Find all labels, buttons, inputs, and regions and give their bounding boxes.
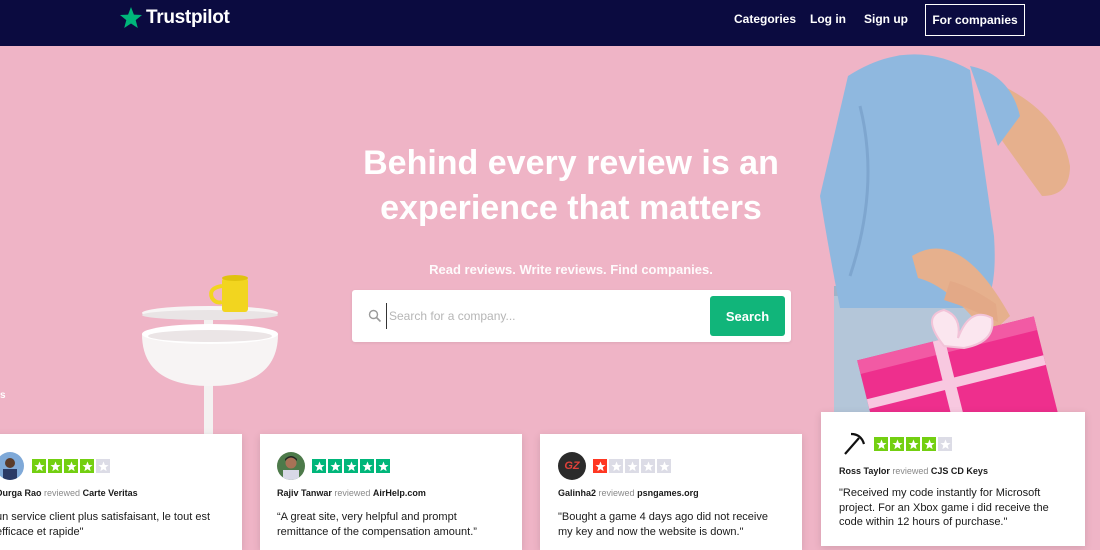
star-rating [593,459,671,473]
star-icon [120,7,142,28]
review-quote: "Received my code instantly for Microsof… [839,486,1079,530]
review-quote-line: my key and now the website is down." [558,525,744,538]
side-table-illustration [142,275,278,442]
review-card[interactable]: Ross Taylor reviewed CJS CD Keys "Receiv… [821,412,1085,546]
star-filled-icon [906,437,920,451]
review-card[interactable]: GZ Galinha2 reviewed psngames.org "Bough… [540,434,802,550]
top-nav: Trustpilot Categories Log in Sign up For… [0,0,1100,46]
hero-title-line-2: experience that matters [380,189,762,227]
star-filled-icon [376,459,390,473]
review-quote-line: "Received my code instantly for Microsof… [839,487,1041,499]
search-bar: Search [352,290,791,342]
hero-subtitle: Read reviews. Write reviews. Find compan… [429,262,713,277]
hero-title-line-1: Behind every review is an [363,144,779,182]
star-filled-icon [312,459,326,473]
reviewer-name: Rajiv Tanwar [277,488,332,498]
review-quote-line: remittance of the compensation amount.” [277,525,477,538]
reviewed-label: reviewed [334,488,371,498]
side-text-fragment: s [0,390,6,401]
company-name[interactable]: Carte Veritas [83,488,138,498]
person-with-gift-illustration [820,54,1070,446]
reviewer-avatar [0,452,24,480]
review-quote: un service client plus satisfaisant, le … [0,510,236,539]
hero-title: Behind every review is an experience tha… [0,141,1100,231]
star-rating [874,437,952,451]
nav-login-link[interactable]: Log in [810,12,846,26]
company-name[interactable]: psngames.org [637,488,699,498]
search-button[interactable]: Search [710,296,785,336]
reviewer-name: Ross Taylor [839,466,890,476]
reviewer-avatar: GZ [558,452,586,480]
star-filled-icon [344,459,358,473]
reviewed-label: reviewed [44,488,81,498]
search-input[interactable] [386,303,704,329]
reviewer-name: Galinha2 [558,488,597,498]
star-empty-icon [938,437,952,451]
reviewer-avatar [277,452,305,480]
company-name[interactable]: AirHelp.com [373,488,426,498]
review-quote-line: project. For an Xbox game i did receive … [839,501,1049,514]
star-filled-icon [890,437,904,451]
star-empty-icon [641,459,655,473]
search-icon [368,309,382,323]
star-filled-icon [593,459,607,473]
star-filled-icon [80,459,94,473]
trustpilot-logo[interactable]: Trustpilot [119,6,230,30]
star-filled-icon [48,459,62,473]
review-quote-line: efficace et rapide" [0,525,84,538]
nav-categories-link[interactable]: Categories [734,12,796,26]
star-rating [312,459,390,473]
review-card[interactable]: Rajiv Tanwar reviewed AirHelp.com “A gre… [260,434,522,550]
review-quote: “A great site, very helpful and prompt r… [277,510,517,539]
star-filled-icon [922,437,936,451]
star-filled-icon [32,459,46,473]
review-meta: Galinha2 reviewed psngames.org [558,488,699,498]
for-companies-button[interactable]: For companies [925,4,1025,36]
company-name[interactable]: CJS CD Keys [931,466,988,476]
review-quote-line: un service client plus satisfaisant, le … [0,511,210,523]
star-empty-icon [625,459,639,473]
star-empty-icon [96,459,110,473]
reviewed-label: reviewed [598,488,635,498]
review-card[interactable]: Durga Rao reviewed Carte Veritas un serv… [0,434,242,550]
brand-name: Trustpilot [146,7,230,28]
star-filled-icon [328,459,342,473]
star-rating [32,459,110,473]
star-empty-icon [657,459,671,473]
reviewer-name: Durga Rao [0,488,42,498]
review-meta: Ross Taylor reviewed CJS CD Keys [839,466,988,476]
review-quote-line: code within 12 hours of purchase." [839,516,1008,528]
review-quote: "Bought a game 4 days ago did not receiv… [558,510,798,539]
review-quote-line: "Bought a game 4 days ago did not receiv… [558,511,768,523]
review-meta: Durga Rao reviewed Carte Veritas [0,488,138,498]
pickaxe-avatar-icon [839,430,867,458]
review-meta: Rajiv Tanwar reviewed AirHelp.com [277,488,426,498]
nav-signup-link[interactable]: Sign up [864,12,908,26]
star-filled-icon [360,459,374,473]
star-filled-icon [64,459,78,473]
review-quote-line: “A great site, very helpful and prompt [277,511,457,523]
star-empty-icon [609,459,623,473]
reviewed-label: reviewed [892,466,929,476]
star-filled-icon [874,437,888,451]
